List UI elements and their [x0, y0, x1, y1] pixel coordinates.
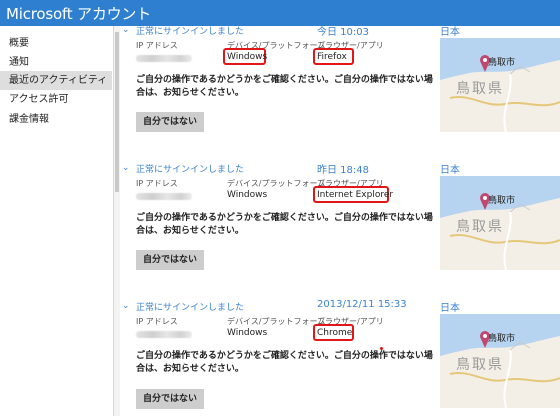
verify-message: ご自分の操作であるかどうかをご確認ください。ご自分の操作ではない場合は、お知らせ… [136, 351, 433, 374]
sidebar-item-label: 課金情報 [9, 114, 49, 125]
ip-address-redacted [136, 193, 192, 200]
sign-in-time: 2013/12/11 15:33 [317, 299, 407, 310]
title-bar: Microsoft アカウント [0, 0, 560, 26]
map-prefecture-label: 鳥取県 [456, 357, 504, 373]
not-me-button[interactable]: 自分ではない [136, 250, 204, 270]
map-city-label: 鳥取市 [488, 334, 516, 344]
chevron-down-icon[interactable]: ⌄ [122, 302, 131, 311]
browser-value: Chrome [317, 328, 353, 338]
map-prefecture-label: 鳥取県 [456, 219, 504, 235]
ip-label: IP アドレス [136, 41, 178, 50]
sidebar-item-notifications[interactable]: 通知 [0, 53, 112, 72]
verify-message: ご自分の操作であるかどうかをご確認ください。ご自分の操作ではない場合は、お知らせ… [136, 75, 433, 98]
device-label: デバイス/プラットフォーム [227, 179, 326, 188]
device-label: デバイス/プラットフォーム [227, 317, 326, 326]
device-value: Windows [227, 190, 268, 200]
sign-in-status[interactable]: 正常にサインインしました [136, 26, 244, 37]
sidebar-item-recent-activity[interactable]: 最近のアクティビティ [0, 71, 112, 90]
ip-address-redacted [136, 55, 192, 62]
sidebar-item-label: 通知 [9, 57, 29, 68]
browser-value: Internet Explorer [317, 190, 394, 200]
sidebar-item-label: アクセス許可 [9, 94, 69, 105]
ip-label: IP アドレス [136, 317, 178, 326]
sign-in-time: 今日 10:03 [317, 27, 369, 38]
sidebar-item-label: 最近のアクティビティ [9, 75, 108, 86]
chevron-down-icon[interactable]: ⌄ [122, 26, 131, 35]
location-map[interactable]: 鳥取市 鳥取県 [440, 38, 560, 132]
sign-in-time: 昨日 18:48 [317, 165, 369, 176]
sign-in-status[interactable]: 正常にサインインしました [136, 162, 244, 175]
sign-in-status[interactable]: 正常にサインインしました [136, 300, 244, 313]
activity-entry: ⌄ 正常にサインインしました 昨日 18:48 日本 IP アドレス デバイス/… [114, 160, 560, 290]
verify-message: ご自分の操作であるかどうかをご確認ください。ご自分の操作ではない場合は、お知らせ… [136, 213, 433, 236]
sign-in-country: 日本 [440, 27, 460, 38]
sign-in-country: 日本 [440, 165, 460, 176]
sidebar-item-label: 概要 [9, 38, 29, 49]
browser-value: Firefox [317, 52, 347, 62]
location-map[interactable]: 鳥取市 鳥取県 [440, 314, 560, 408]
device-value: Windows [227, 328, 268, 338]
map-city-label: 鳥取市 [488, 58, 516, 68]
sidebar-item-overview[interactable]: 概要 [0, 34, 112, 53]
activity-list: ⌄ 正常にサインインしました 今日 10:03 日本 IP アドレス デバイス/… [114, 26, 560, 416]
chevron-down-icon[interactable]: ⌄ [122, 164, 131, 173]
sidebar-item-billing[interactable]: 課金情報 [0, 110, 112, 129]
app-title: Microsoft アカウント [6, 5, 152, 23]
sidebar-item-permissions[interactable]: アクセス許可 [0, 90, 112, 109]
map-prefecture-label: 鳥取県 [456, 81, 504, 97]
activity-entry: ⌄ 正常にサインインしました 今日 10:03 日本 IP アドレス デバイス/… [114, 26, 560, 152]
sign-in-country: 日本 [440, 303, 460, 314]
ip-address-redacted [136, 331, 192, 338]
ip-label: IP アドレス [136, 179, 178, 188]
not-me-button[interactable]: 自分ではない [136, 112, 204, 132]
not-me-button[interactable]: 自分ではない [136, 389, 204, 409]
map-city-label: 鳥取市 [488, 196, 516, 206]
device-value: Windows [227, 52, 268, 62]
sidebar-nav: 概要 通知 最近のアクティビティ アクセス許可 課金情報 [0, 26, 114, 416]
activity-entry: ⌄ 正常にサインインしました 2013/12/11 15:33 日本 IP アド… [114, 298, 560, 416]
location-map[interactable]: 鳥取市 鳥取県 [440, 176, 560, 270]
